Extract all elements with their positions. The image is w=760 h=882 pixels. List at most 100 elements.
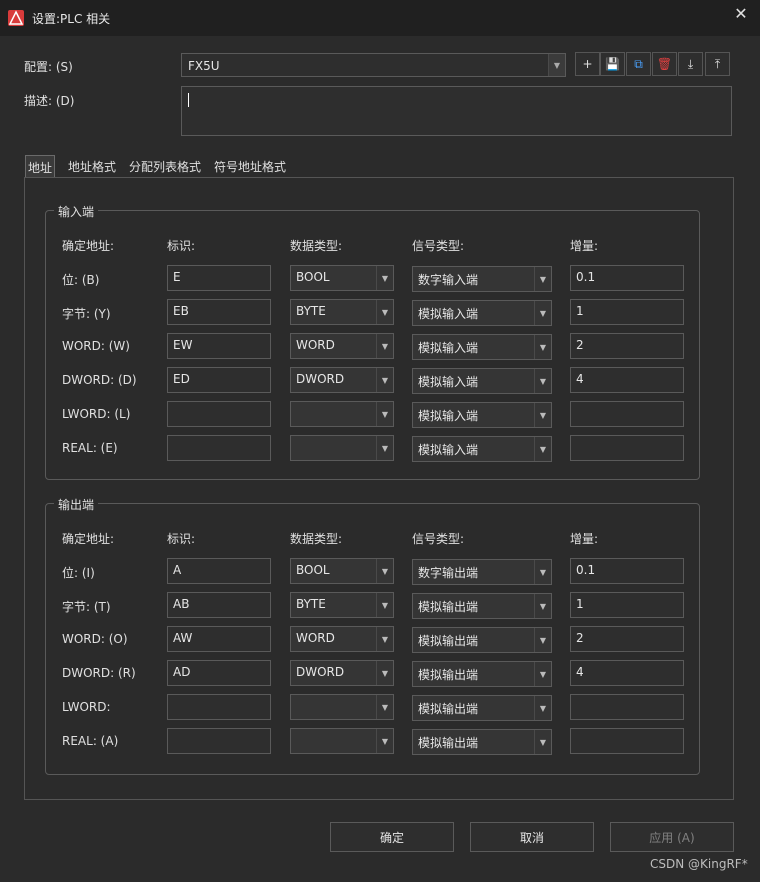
chevron-down-icon: ▼ bbox=[534, 662, 551, 686]
input-signal-select[interactable]: 数字输入端 ▼ bbox=[412, 266, 552, 292]
chevron-down-icon: ▼ bbox=[376, 661, 393, 685]
output-datatype-select[interactable]: DWORD ▼ bbox=[290, 660, 394, 686]
input-increment-field[interactable]: 2 bbox=[570, 333, 684, 359]
output-id-field[interactable]: AW bbox=[167, 626, 271, 652]
input-datatype-select[interactable]: WORD ▼ bbox=[290, 333, 394, 359]
delete-icon[interactable]: 🗑 bbox=[652, 52, 677, 76]
input-increment-field[interactable]: 0.1 bbox=[570, 265, 684, 291]
input-datatype-select[interactable]: ▼ bbox=[290, 401, 394, 427]
tab-address[interactable]: 地址 bbox=[25, 155, 56, 177]
close-icon[interactable]: ✕ bbox=[732, 5, 750, 23]
config-select[interactable]: FX5U ▼ bbox=[181, 53, 566, 77]
window-title: 设置:PLC 相关 bbox=[32, 12, 111, 26]
output-header-datatype: 数据类型: bbox=[290, 532, 343, 546]
output-datatype-select[interactable]: ▼ bbox=[290, 728, 394, 754]
input-header-address: 确定地址: bbox=[62, 239, 115, 253]
chevron-down-icon: ▼ bbox=[534, 696, 551, 720]
output-signal-select[interactable]: 模拟输出端 ▼ bbox=[412, 593, 552, 619]
tab-symbol-address-format[interactable]: 符号地址格式 bbox=[212, 155, 288, 177]
output-signal-select[interactable]: 模拟输出端 ▼ bbox=[412, 695, 552, 721]
input-increment-field[interactable]: 1 bbox=[570, 299, 684, 325]
input-row-label: 位: (B) bbox=[62, 273, 100, 287]
chevron-down-icon: ▼ bbox=[376, 627, 393, 651]
output-header-signal: 信号类型: bbox=[412, 532, 465, 546]
output-increment-field[interactable]: 4 bbox=[570, 660, 684, 686]
export-icon[interactable]: ⤒ bbox=[705, 52, 730, 76]
config-label: 配置: (S) bbox=[24, 60, 73, 74]
input-datatype-select[interactable]: BOOL ▼ bbox=[290, 265, 394, 291]
output-signal-select[interactable]: 模拟输出端 ▼ bbox=[412, 729, 552, 755]
signal-value: 模拟输入端 bbox=[418, 307, 479, 321]
cancel-button[interactable]: 取消 bbox=[470, 822, 594, 852]
output-id-field[interactable]: AD bbox=[167, 660, 271, 686]
output-increment-field[interactable] bbox=[570, 694, 684, 720]
output-row-label: REAL: (A) bbox=[62, 734, 119, 748]
output-increment-field[interactable]: 2 bbox=[570, 626, 684, 652]
datatype-value: DWORD bbox=[296, 372, 345, 386]
chevron-down-icon: ▼ bbox=[534, 403, 551, 427]
input-row-label: DWORD: (D) bbox=[62, 373, 137, 387]
import-icon[interactable]: ⤓ bbox=[678, 52, 703, 76]
input-increment-field[interactable] bbox=[570, 435, 684, 461]
output-signal-select[interactable]: 模拟输出端 ▼ bbox=[412, 627, 552, 653]
config-value: FX5U bbox=[188, 59, 220, 73]
output-datatype-select[interactable]: BYTE ▼ bbox=[290, 592, 394, 618]
input-datatype-select[interactable]: ▼ bbox=[290, 435, 394, 461]
input-id-field[interactable] bbox=[167, 401, 271, 427]
input-increment-field[interactable]: 4 bbox=[570, 367, 684, 393]
output-datatype-select[interactable]: WORD ▼ bbox=[290, 626, 394, 652]
input-datatype-select[interactable]: DWORD ▼ bbox=[290, 367, 394, 393]
apply-button[interactable]: 应用 (A) bbox=[610, 822, 734, 852]
input-signal-select[interactable]: 模拟输入端 ▼ bbox=[412, 402, 552, 428]
ok-button[interactable]: 确定 bbox=[330, 822, 454, 852]
input-id-field[interactable]: EW bbox=[167, 333, 271, 359]
output-increment-field[interactable]: 1 bbox=[570, 592, 684, 618]
add-icon[interactable]: + bbox=[575, 52, 600, 76]
output-id-field[interactable] bbox=[167, 694, 271, 720]
tab-assignment-list-format[interactable]: 分配列表格式 bbox=[127, 155, 203, 177]
output-header-increment: 增量: bbox=[570, 532, 599, 546]
title-bar bbox=[0, 0, 760, 36]
input-id-field[interactable]: ED bbox=[167, 367, 271, 393]
input-header-signal: 信号类型: bbox=[412, 239, 465, 253]
input-id-field[interactable]: EB bbox=[167, 299, 271, 325]
chevron-down-icon: ▼ bbox=[376, 695, 393, 719]
output-id-field[interactable] bbox=[167, 728, 271, 754]
input-increment-field[interactable] bbox=[570, 401, 684, 427]
input-row-label: WORD: (W) bbox=[62, 339, 130, 353]
output-signal-select[interactable]: 模拟输出端 ▼ bbox=[412, 661, 552, 687]
output-header-address: 确定地址: bbox=[62, 532, 115, 546]
output-row-label: WORD: (O) bbox=[62, 632, 128, 646]
input-header-id: 标识: bbox=[167, 239, 196, 253]
input-signal-select[interactable]: 模拟输入端 ▼ bbox=[412, 436, 552, 462]
output-id-field[interactable]: A bbox=[167, 558, 271, 584]
output-increment-field[interactable]: 0.1 bbox=[570, 558, 684, 584]
output-increment-field[interactable] bbox=[570, 728, 684, 754]
save-icon[interactable]: 💾 bbox=[600, 52, 625, 76]
output-row-label: 位: (I) bbox=[62, 566, 95, 580]
chevron-down-icon: ▼ bbox=[376, 368, 393, 392]
copy-icon[interactable]: ⧉ bbox=[626, 52, 651, 76]
signal-value: 模拟输入端 bbox=[418, 409, 479, 423]
output-id-field[interactable]: AB bbox=[167, 592, 271, 618]
input-datatype-select[interactable]: BYTE ▼ bbox=[290, 299, 394, 325]
desc-textarea[interactable] bbox=[181, 86, 732, 136]
signal-value: 模拟输出端 bbox=[418, 634, 479, 648]
signal-value: 模拟输出端 bbox=[418, 702, 479, 716]
input-row-label: 字节: (Y) bbox=[62, 307, 111, 321]
output-row-label: LWORD: bbox=[62, 700, 111, 714]
input-signal-select[interactable]: 模拟输入端 ▼ bbox=[412, 368, 552, 394]
output-row-label: 字节: (T) bbox=[62, 600, 111, 614]
input-id-field[interactable] bbox=[167, 435, 271, 461]
input-id-field[interactable]: E bbox=[167, 265, 271, 291]
output-signal-select[interactable]: 数字输出端 ▼ bbox=[412, 559, 552, 585]
input-signal-select[interactable]: 模拟输入端 ▼ bbox=[412, 300, 552, 326]
chevron-down-icon: ▼ bbox=[534, 560, 551, 584]
input-header-datatype: 数据类型: bbox=[290, 239, 343, 253]
tab-address-format[interactable]: 地址格式 bbox=[66, 155, 118, 177]
output-datatype-select[interactable]: BOOL ▼ bbox=[290, 558, 394, 584]
output-datatype-select[interactable]: ▼ bbox=[290, 694, 394, 720]
input-signal-select[interactable]: 模拟输入端 ▼ bbox=[412, 334, 552, 360]
datatype-value: DWORD bbox=[296, 665, 345, 679]
signal-value: 模拟输出端 bbox=[418, 600, 479, 614]
